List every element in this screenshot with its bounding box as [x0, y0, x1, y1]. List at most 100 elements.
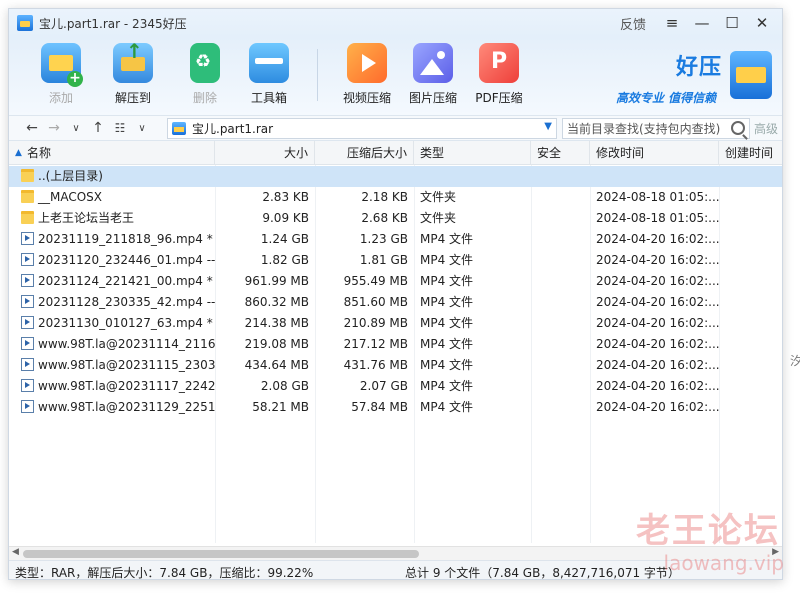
view-mode-dropdown-icon[interactable]: ∨ — [131, 117, 153, 139]
feedback-link[interactable]: 反馈 — [620, 14, 646, 33]
file-size: 434.64 MB — [244, 358, 309, 372]
list-item[interactable]: ..(上层目录) — [9, 166, 782, 187]
file-packed-size: 955.49 MB — [343, 274, 408, 288]
app-logo-icon — [17, 15, 33, 31]
list-item[interactable]: www.98T.la@20231115_2303... 434.64 MB 43… — [9, 355, 782, 376]
image-compress-label: 图片压缩 — [408, 91, 457, 105]
back-arrow-icon[interactable]: ← — [21, 117, 43, 139]
advanced-search-link[interactable]: 高级 — [754, 120, 778, 137]
toolbox-button-label: 工具箱 — [250, 91, 287, 105]
column-header: ▲ 名称 大小 压缩后大小 类型 安全 修改时间 创建时间 — [9, 141, 782, 165]
maximize-icon[interactable]: ☐ — [718, 11, 746, 35]
horizontal-scrollbar[interactable]: ◀ ▶ — [9, 546, 782, 560]
file-name-cell: www.98T.la@20231117_2242... — [15, 376, 215, 397]
file-size: 1.24 GB — [260, 232, 309, 246]
column-created[interactable]: 创建时间 — [719, 141, 782, 165]
sort-ascending-icon: ▲ — [15, 148, 22, 158]
file-type: MP4 文件 — [420, 253, 474, 267]
file-modified: 2024-04-20 16:02:... — [596, 400, 719, 414]
column-security[interactable]: 安全 — [531, 141, 590, 165]
column-type[interactable]: 类型 — [414, 141, 531, 165]
search-input[interactable] — [563, 121, 723, 136]
folder-icon — [21, 169, 34, 182]
archive-info: 类型：RAR，解压后大小：7.84 GB，压缩比：99.22% — [15, 566, 314, 580]
file-name-cell: __MACOSX — [15, 187, 215, 208]
file-modified: 2024-04-20 16:02:... — [596, 379, 719, 393]
file-name-cell: 20231120_232446_01.mp4 --... — [15, 250, 215, 271]
file-name-cell: ..(上层目录) — [15, 166, 215, 187]
list-item[interactable]: 上老王论坛当老王 9.09 KB 2.68 KB 文件夹 2024-08-18 … — [9, 208, 782, 229]
video-compress-button[interactable]: 视频压缩 — [335, 37, 399, 115]
file-type: MP4 文件 — [420, 400, 474, 414]
search-icon[interactable] — [731, 121, 745, 135]
forward-arrow-icon[interactable]: → — [43, 117, 65, 139]
file-name: 20231124_221421_00.mp4 * — [38, 274, 213, 288]
video-file-icon — [21, 253, 34, 266]
scroll-right-icon[interactable]: ▶ — [772, 547, 779, 557]
column-name[interactable]: ▲ 名称 — [9, 141, 215, 165]
column-packed-size[interactable]: 压缩后大小 — [315, 141, 414, 165]
list-item[interactable]: 20231124_221421_00.mp4 * 961.99 MB 955.4… — [9, 271, 782, 292]
pdf-compress-button[interactable]: PDF压缩 — [467, 37, 531, 115]
file-name: www.98T.la@20231129_2251... — [38, 400, 215, 414]
address-bar[interactable]: 宝儿.part1.rar ▼ — [167, 118, 557, 139]
file-modified: 2024-04-20 16:02:... — [596, 232, 719, 246]
file-size: 2.08 GB — [260, 379, 309, 393]
delete-button[interactable]: 删除 — [173, 37, 237, 115]
file-name-cell: 20231124_221421_00.mp4 * — [15, 271, 215, 292]
list-item[interactable]: 20231130_010127_63.mp4 * 214.38 MB 210.8… — [9, 313, 782, 334]
minimize-icon[interactable]: — — [688, 11, 716, 35]
file-modified: 2024-04-20 16:02:... — [596, 295, 719, 309]
list-item[interactable]: www.98T.la@20231129_2251... 58.21 MB 57.… — [9, 397, 782, 418]
column-size[interactable]: 大小 — [215, 141, 315, 165]
address-path: 宝儿.part1.rar — [192, 122, 274, 136]
add-button-label: 添加 — [48, 91, 73, 105]
file-name: www.98T.la@20231117_2242... — [38, 379, 215, 393]
file-type: MP4 文件 — [420, 232, 474, 246]
file-size: 860.32 MB — [244, 295, 309, 309]
file-modified: 2024-08-18 01:05:... — [596, 211, 719, 225]
up-directory-icon[interactable]: ↑ — [87, 117, 109, 139]
list-item[interactable]: 20231120_232446_01.mp4 --... 1.82 GB 1.8… — [9, 250, 782, 271]
file-packed-size: 217.12 MB — [343, 337, 408, 351]
menu-icon[interactable]: ≡ — [658, 11, 686, 35]
list-item[interactable]: 20231119_211818_96.mp4 * 1.24 GB 1.23 GB… — [9, 229, 782, 250]
file-type: MP4 文件 — [420, 358, 474, 372]
file-size: 58.21 MB — [252, 400, 309, 414]
history-dropdown-icon[interactable]: ∨ — [65, 117, 87, 139]
navigation-bar: ← → ∨ ↑ ☷ ∨ 宝儿.part1.rar ▼ 高级 — [9, 115, 782, 141]
file-size: 9.09 KB — [262, 211, 309, 225]
list-item[interactable]: __MACOSX 2.83 KB 2.18 KB 文件夹 2024-08-18 … — [9, 187, 782, 208]
scrollbar-thumb[interactable] — [23, 550, 419, 558]
file-modified: 2024-04-20 16:02:... — [596, 316, 719, 330]
file-modified: 2024-04-20 16:02:... — [596, 274, 719, 288]
title-bar[interactable]: 宝儿.part1.rar - 2345好压 反馈 ≡ — ☐ ✕ — [9, 9, 782, 37]
column-modified[interactable]: 修改时间 — [590, 141, 719, 165]
toolbox-button[interactable]: 工具箱 — [237, 37, 301, 115]
file-name: www.98T.la@20231114_2116... — [38, 337, 215, 351]
video-file-icon — [21, 316, 34, 329]
toolbox-icon — [249, 43, 289, 83]
toolbar-divider — [317, 49, 318, 101]
status-bar: 类型：RAR，解压后大小：7.84 GB，压缩比：99.22% 总计 9 个文件… — [9, 560, 782, 580]
list-item[interactable]: www.98T.la@20231114_2116... 219.08 MB 21… — [9, 334, 782, 355]
folder-icon — [21, 211, 34, 224]
toolbar: 添加 解压到 删除 工具箱 视频压缩 图片压缩 PDF压缩 好压 高效 — [9, 37, 782, 115]
address-dropdown-icon[interactable]: ▼ — [544, 121, 552, 132]
video-file-icon — [21, 379, 34, 392]
file-name-cell: www.98T.la@20231129_2251... — [15, 397, 215, 418]
add-button[interactable]: 添加 — [29, 37, 93, 115]
file-name: 20231120_232446_01.mp4 --... — [38, 253, 215, 267]
title-controls: 反馈 ≡ — ☐ ✕ — [620, 9, 776, 37]
image-compress-button[interactable]: 图片压缩 — [401, 37, 465, 115]
video-file-icon — [21, 274, 34, 287]
scroll-left-icon[interactable]: ◀ — [12, 547, 19, 557]
file-name: 20231130_010127_63.mp4 * — [38, 316, 213, 330]
file-type: MP4 文件 — [420, 337, 474, 351]
close-icon[interactable]: ✕ — [748, 11, 776, 35]
list-item[interactable]: www.98T.la@20231117_2242... 2.08 GB 2.07… — [9, 376, 782, 397]
extract-button[interactable]: 解压到 — [101, 37, 165, 115]
list-item[interactable]: 20231128_230335_42.mp4 --... 860.32 MB 8… — [9, 292, 782, 313]
view-mode-icon[interactable]: ☷ — [109, 117, 131, 139]
add-archive-icon — [41, 43, 83, 87]
